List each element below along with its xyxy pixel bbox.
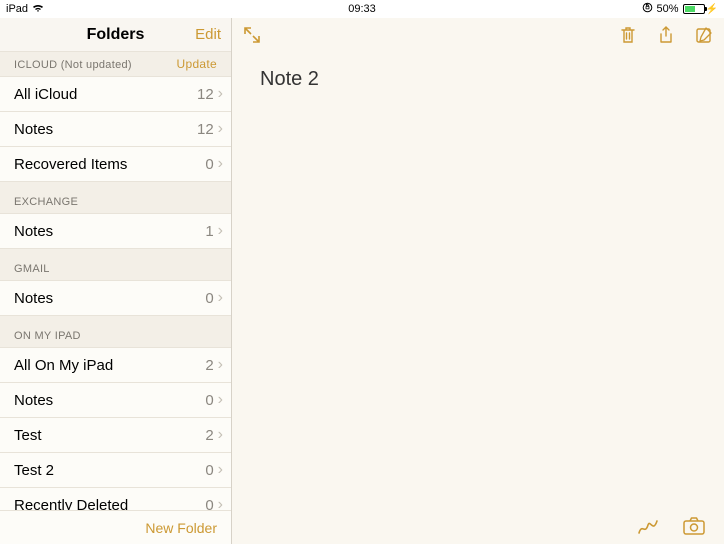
folder-count: 0: [205, 290, 213, 307]
battery-icon: ⚡: [683, 4, 718, 15]
update-button[interactable]: Update: [177, 57, 218, 71]
compose-icon[interactable]: [694, 25, 714, 45]
section-header-onmyipad: ON MY IPAD: [0, 316, 231, 348]
folder-count: 2: [205, 357, 213, 374]
status-bar: iPad 09:33 50% ⚡: [0, 0, 724, 18]
folder-row[interactable]: Recently Deleted 0 ›: [0, 487, 231, 510]
chevron-right-icon: ›: [218, 223, 223, 239]
chevron-right-icon: ›: [218, 357, 223, 373]
note-toolbar: [232, 18, 724, 52]
folder-label: Test: [14, 427, 205, 444]
note-title: Note 2: [260, 68, 696, 91]
folder-label: All iCloud: [14, 86, 197, 103]
folder-row[interactable]: Notes 0 ›: [0, 280, 231, 316]
folder-label: All On My iPad: [14, 357, 205, 374]
section-header-gmail: GMAIL: [0, 249, 231, 281]
section-header-icloud: ICLOUD (Not updated) Update: [0, 52, 231, 77]
note-footer: [232, 508, 724, 544]
note-body[interactable]: Note 2: [232, 52, 724, 508]
chevron-right-icon: ›: [218, 121, 223, 137]
folder-row[interactable]: Recovered Items 0 ›: [0, 146, 231, 182]
folder-list[interactable]: ICLOUD (Not updated) Update All iCloud 1…: [0, 52, 231, 510]
folder-row[interactable]: Test 2 0 ›: [0, 452, 231, 488]
folder-label: Notes: [14, 223, 205, 240]
section-header-label: GMAIL: [14, 263, 50, 275]
folder-row[interactable]: All iCloud 12 ›: [0, 76, 231, 112]
camera-icon[interactable]: [682, 515, 706, 537]
folder-row[interactable]: Notes 12 ›: [0, 111, 231, 147]
folder-row[interactable]: All On My iPad 2 ›: [0, 347, 231, 383]
chevron-right-icon: ›: [218, 392, 223, 408]
trash-icon[interactable]: [618, 25, 638, 45]
section-header-label: ICLOUD (Not updated): [14, 59, 132, 71]
chevron-right-icon: ›: [218, 86, 223, 102]
section-header-exchange: EXCHANGE: [0, 182, 231, 214]
draw-icon[interactable]: [636, 515, 660, 537]
folder-row[interactable]: Notes 1 ›: [0, 213, 231, 249]
clock: 09:33: [348, 3, 376, 15]
note-area: Note 2: [232, 18, 724, 544]
folder-label: Notes: [14, 290, 205, 307]
chevron-right-icon: ›: [218, 497, 223, 510]
battery-percent: 50%: [657, 3, 679, 15]
wifi-icon: [32, 3, 44, 16]
sidebar: Folders Edit ICLOUD (Not updated) Update…: [0, 18, 232, 544]
chevron-right-icon: ›: [218, 156, 223, 172]
section-header-label: ON MY IPAD: [14, 330, 81, 342]
fullscreen-icon[interactable]: [242, 25, 262, 45]
folder-row[interactable]: Notes 0 ›: [0, 382, 231, 418]
folder-count: 0: [205, 462, 213, 479]
folder-count: 2: [205, 427, 213, 444]
share-icon[interactable]: [656, 25, 676, 45]
folder-label: Notes: [14, 121, 197, 138]
folder-count: 1: [205, 223, 213, 240]
folder-count: 0: [205, 497, 213, 511]
folder-count: 0: [205, 156, 213, 173]
chevron-right-icon: ›: [218, 290, 223, 306]
folder-count: 12: [197, 86, 214, 103]
chevron-right-icon: ›: [218, 427, 223, 443]
edit-button[interactable]: Edit: [195, 18, 221, 51]
folder-row[interactable]: Test 2 ›: [0, 417, 231, 453]
folder-label: Notes: [14, 392, 205, 409]
folder-label: Test 2: [14, 462, 205, 479]
orientation-lock-icon: [642, 2, 653, 16]
app: Folders Edit ICLOUD (Not updated) Update…: [0, 18, 724, 544]
new-folder-button[interactable]: New Folder: [0, 510, 231, 544]
device-label: iPad: [6, 3, 28, 15]
chevron-right-icon: ›: [218, 462, 223, 478]
folder-label: Recovered Items: [14, 156, 205, 173]
folder-label: Recently Deleted: [14, 497, 205, 511]
new-folder-label: New Folder: [145, 520, 217, 536]
folder-count: 0: [205, 392, 213, 409]
sidebar-header: Folders Edit: [0, 18, 231, 52]
section-header-label: EXCHANGE: [14, 196, 78, 208]
folder-count: 12: [197, 121, 214, 138]
sidebar-title: Folders: [87, 26, 145, 44]
